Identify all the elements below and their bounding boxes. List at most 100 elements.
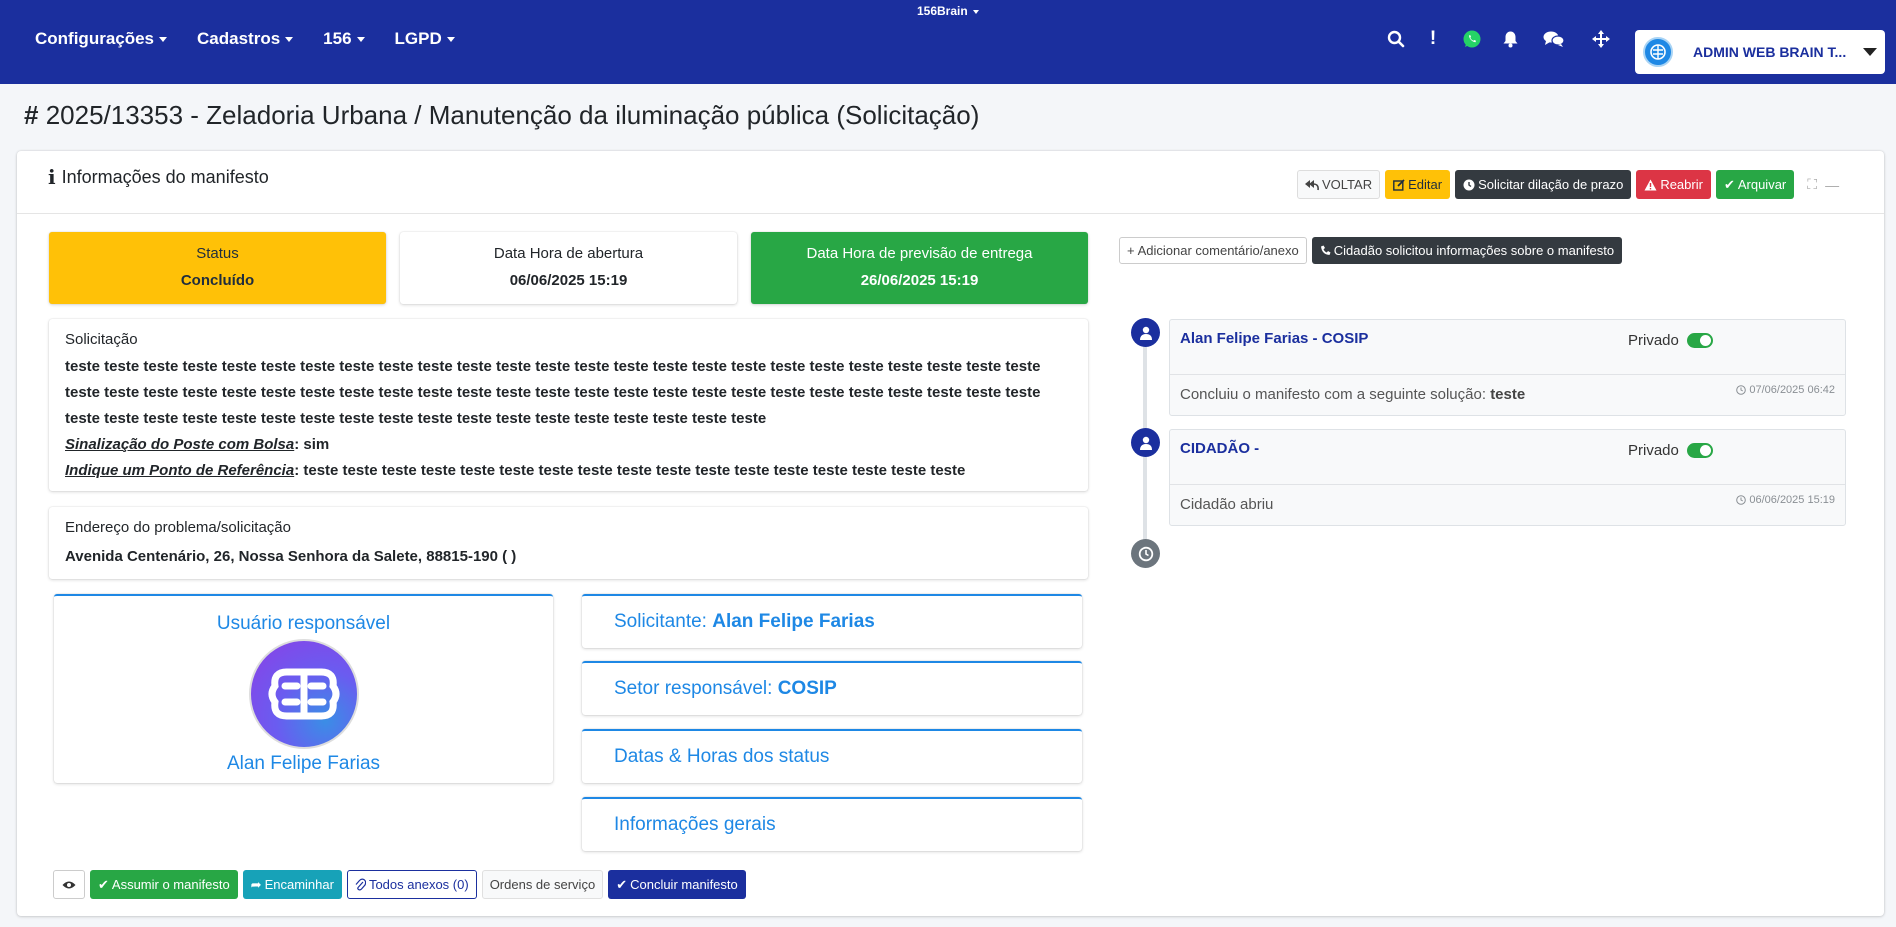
archive-button[interactable]: ✔ Arquivar: [1715, 170, 1795, 199]
menu-lgpd[interactable]: LGPD: [395, 29, 455, 49]
field-value: teste teste teste teste teste teste test…: [303, 462, 966, 479]
header-actions: VOLTAR Editar Solicitar dilação de prazo…: [1297, 170, 1839, 199]
privacy-label: Privado: [1628, 442, 1679, 459]
warning-icon: [1644, 179, 1657, 190]
edit-button[interactable]: Editar: [1385, 170, 1451, 199]
opened-at-label: Data Hora de abertura: [493, 245, 644, 262]
add-comment-label: Adicionar comentário/anexo: [1137, 243, 1299, 258]
status-dates-accordion[interactable]: Datas & Horas dos status: [582, 729, 1082, 783]
request-body: teste teste teste teste teste teste test…: [65, 354, 1072, 484]
menu-configuracoes[interactable]: Configurações: [35, 29, 168, 49]
conclude-button[interactable]: ✔ Concluir manifesto: [608, 870, 746, 899]
responsible-user-card: Usuário responsável Alan Felipe Farias: [54, 594, 553, 783]
reopen-label: Reabrir: [1660, 177, 1703, 192]
service-orders-button[interactable]: Ordens de serviço: [481, 870, 604, 899]
manifest-card: i Informações do manifesto VOLTAR Editar…: [17, 151, 1884, 916]
forward-label: Encaminhar: [264, 877, 334, 892]
menu-cadastros[interactable]: Cadastros: [197, 29, 294, 49]
check-icon: ✔: [616, 876, 628, 892]
top-navbar: 156Brain Configurações Cadastros 156 LGP…: [0, 0, 1896, 84]
chevron-down-icon: [356, 36, 365, 42]
timeline-time: 07/06/2025 06:42: [1736, 384, 1835, 396]
requester-value: Alan Felipe Farias: [712, 611, 875, 632]
card-header: i Informações do manifesto VOLTAR Editar…: [17, 151, 1884, 214]
chat-icon[interactable]: [1543, 28, 1565, 50]
chevron-down-icon: [446, 36, 455, 42]
edit-label: Editar: [1408, 177, 1443, 192]
reply-all-icon: [1305, 179, 1319, 190]
page-title-text: 2025/13353 - Zeladoria Urbana / Manutenç…: [45, 100, 980, 130]
timeline-text-prefix: Concluiu o manifesto com a seguinte solu…: [1180, 386, 1487, 403]
view-button[interactable]: [53, 870, 85, 899]
phone-icon: [1320, 245, 1331, 255]
toggle-switch[interactable]: [1686, 443, 1713, 458]
status-box: Status Concluído: [49, 232, 386, 304]
request-extension-button[interactable]: Solicitar dilação de prazo: [1455, 170, 1632, 199]
timeline-author[interactable]: Alan Felipe Farias - COSIP: [1180, 330, 1368, 347]
request-text: teste teste teste teste teste teste test…: [65, 358, 1041, 427]
timeline-text-bold: teste: [1490, 386, 1526, 403]
sector-accordion[interactable]: Setor responsável: COSIP: [582, 661, 1082, 715]
menu-label: Cadastros: [197, 29, 281, 48]
chevron-down-icon: [1863, 48, 1877, 56]
responsible-user-title: Usuário responsável: [216, 613, 391, 634]
brain-logo-icon: [248, 639, 359, 749]
archive-label: Arquivar: [1737, 177, 1787, 192]
assume-button[interactable]: ✔ Assumir o manifesto: [90, 870, 238, 899]
arrows-icon[interactable]: [1590, 28, 1612, 50]
timeline-text: Cidadão abriu: [1180, 496, 1273, 513]
back-button[interactable]: VOLTAR: [1297, 170, 1381, 199]
citizen-info-button[interactable]: Cidadão solicitou informações sobre o ma…: [1311, 237, 1623, 264]
requester-accordion[interactable]: Solicitante: Alan Felipe Farias: [582, 594, 1082, 648]
user-menu[interactable]: ADMIN WEB BRAIN T...: [1635, 30, 1885, 74]
check-icon: ✔: [98, 876, 109, 892]
timeline-author[interactable]: CIDADÃO -: [1180, 440, 1259, 457]
service-orders-label: Ordens de serviço: [489, 877, 596, 892]
back-label: VOLTAR: [1322, 177, 1373, 192]
clock-icon: [1463, 179, 1475, 190]
general-info-accordion[interactable]: Informações gerais: [582, 797, 1082, 851]
plus-icon: +: [1127, 243, 1135, 258]
bell-icon[interactable]: [1499, 28, 1521, 50]
brand-switcher[interactable]: 156Brain: [0, 4, 1896, 18]
chevron-down-icon: [973, 9, 980, 14]
privacy-toggle[interactable]: Privado: [1628, 332, 1713, 349]
timeline-text: Concluiu o manifesto com a seguinte solu…: [1180, 386, 1525, 403]
address-title: Endereço do problema/solicitação: [65, 519, 291, 536]
reopen-button[interactable]: Reabrir: [1636, 170, 1711, 199]
toggle-switch[interactable]: [1686, 333, 1713, 348]
edit-icon: [1393, 178, 1405, 191]
user-icon: [1131, 428, 1160, 457]
collapse-icon[interactable]: —: [1825, 177, 1839, 193]
citizen-info-label: Cidadão solicitou informações sobre o ma…: [1333, 243, 1615, 258]
timeline-item-header: CIDADÃO - Privado: [1170, 430, 1845, 485]
attachments-label: Todos anexos (0): [368, 877, 469, 892]
clock-icon: [1131, 539, 1160, 568]
attachments-button[interactable]: Todos anexos (0): [346, 870, 477, 899]
sector-label: Setor responsável:: [614, 678, 773, 699]
privacy-toggle[interactable]: Privado: [1628, 442, 1713, 459]
check-icon: ✔: [1723, 176, 1735, 192]
share-icon: ➦: [250, 876, 262, 892]
forward-button[interactable]: ➦ Encaminhar: [242, 870, 342, 899]
menu-156[interactable]: 156: [323, 29, 365, 49]
page-title: # 2025/13353 - Zeladoria Urbana / Manute…: [24, 100, 979, 131]
chevron-down-icon: [285, 36, 294, 42]
search-icon[interactable]: [1385, 28, 1407, 50]
opened-at-box: Data Hora de abertura 06/06/2025 15:19: [400, 232, 737, 304]
timeline-text-prefix: Cidadão abriu: [1180, 496, 1274, 513]
add-comment-button[interactable]: + Adicionar comentário/anexo: [1119, 237, 1307, 264]
privacy-label: Privado: [1628, 332, 1679, 349]
assume-label: Assumir o manifesto: [111, 877, 230, 892]
address-panel: Endereço do problema/solicitação Avenida…: [49, 507, 1088, 579]
chevron-down-icon: [159, 36, 168, 42]
request-extension-label: Solicitar dilação de prazo: [1478, 177, 1624, 192]
exclamation-icon[interactable]: !: [1422, 28, 1444, 50]
user-icon: [1131, 318, 1160, 347]
request-panel: Solicitação teste teste teste teste test…: [49, 319, 1088, 491]
field-name: Indique um Ponto de Referência: [65, 462, 295, 479]
whatsapp-icon[interactable]: [1461, 28, 1483, 50]
expand-icon[interactable]: ⛶: [1807, 176, 1817, 193]
clock-icon: [1736, 385, 1747, 395]
brand-label: 156Brain: [916, 4, 968, 18]
